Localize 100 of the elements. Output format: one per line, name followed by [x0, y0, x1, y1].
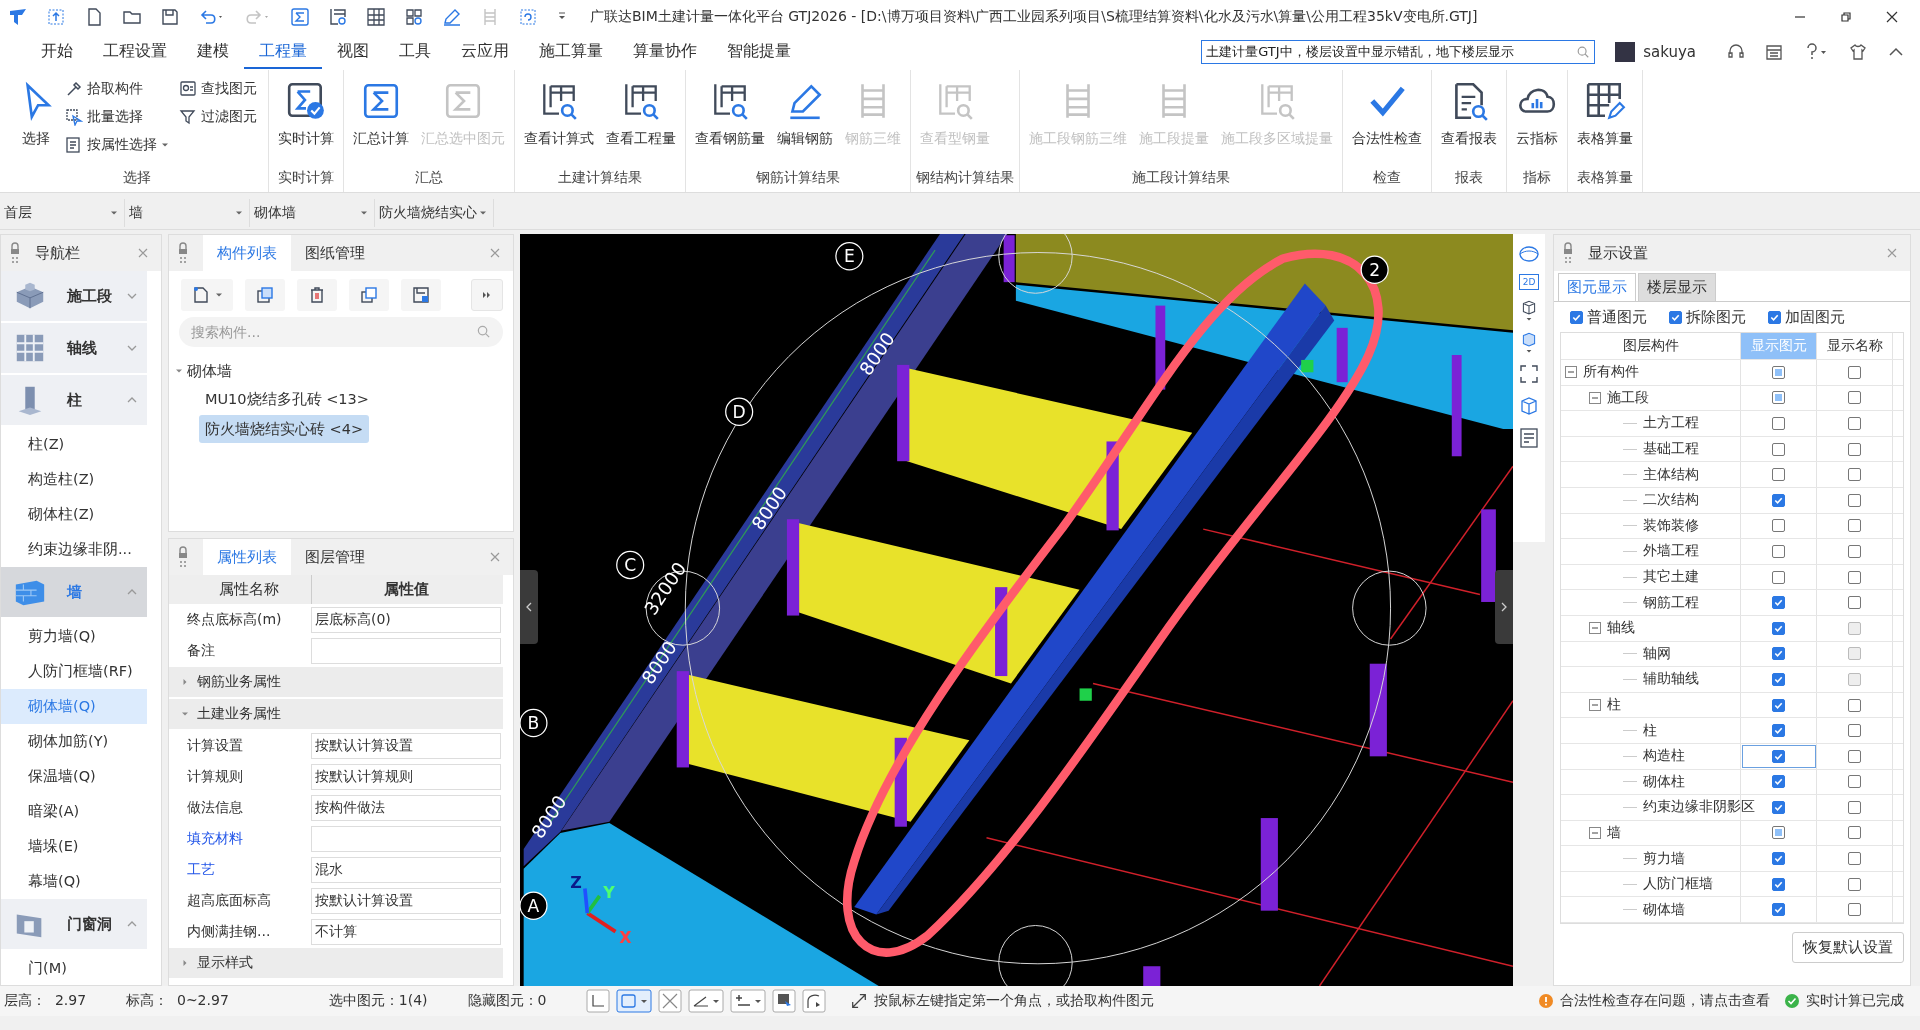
property-link[interactable]: 工艺: [169, 860, 311, 879]
copy-button[interactable]: [245, 279, 285, 311]
grip-point[interactable]: [1079, 688, 1092, 701]
checkbox[interactable]: [1772, 800, 1785, 814]
search-icon[interactable]: [1576, 45, 1591, 59]
corner-icon[interactable]: [586, 989, 611, 1013]
checkbox[interactable]: [1848, 749, 1861, 763]
panel-tab[interactable]: 图元显示: [1558, 273, 1636, 301]
checkbox[interactable]: [1848, 544, 1861, 558]
cross-icon[interactable]: [658, 989, 683, 1013]
property-value-field[interactable]: 按默认计算设置: [311, 732, 501, 759]
checkbox-label[interactable]: 加固图元: [1785, 307, 1845, 327]
nav-item[interactable]: 墙垛(E): [1, 829, 147, 864]
fullscreen-icon[interactable]: [1517, 362, 1541, 386]
column[interactable]: [1369, 663, 1387, 757]
checkbox[interactable]: [1848, 468, 1861, 482]
property-value-field[interactable]: [311, 825, 501, 852]
checkbox[interactable]: [1772, 672, 1785, 686]
checkbox[interactable]: [1772, 493, 1785, 507]
masonry-wall[interactable]: [676, 671, 970, 827]
checkbox[interactable]: [1772, 749, 1785, 763]
checkbox[interactable]: [1848, 724, 1861, 738]
collapse-toggle[interactable]: [1589, 622, 1601, 635]
collapse-toggle[interactable]: [1565, 366, 1577, 379]
sigma-icon[interactable]: [290, 7, 310, 27]
checkbox[interactable]: [1768, 310, 1781, 324]
pencil-icon[interactable]: [442, 7, 462, 27]
status-message-link[interactable]: 合法性检查存在问题，请点击查看: [1560, 992, 1770, 1010]
ribbon-button[interactable]: 过滤图元: [179, 104, 263, 130]
nav-item[interactable]: 砌体加筋(Y): [1, 724, 147, 759]
nav-item[interactable]: 人防门框墙(RF): [1, 654, 147, 689]
arc-icon[interactable]: [802, 989, 827, 1013]
dropdown[interactable]: 墙: [125, 199, 250, 227]
tree-item[interactable]: 防火墙烧结实心砖 <4>: [199, 415, 370, 443]
checkbox[interactable]: [1848, 903, 1861, 917]
ribbon-button[interactable]: 选择: [11, 76, 61, 166]
menu-tab[interactable]: 云应用: [446, 35, 524, 69]
checkbox[interactable]: [1848, 698, 1861, 712]
property-group-row[interactable]: 土建业务属性: [169, 699, 503, 729]
nav-item[interactable]: 约束边缘非阴...: [1, 532, 147, 567]
property-value-field[interactable]: 按默认计算设置: [311, 887, 501, 914]
checkbox[interactable]: [1772, 468, 1785, 482]
save-icon[interactable]: [160, 7, 180, 27]
ribbon-button[interactable]: 汇总计算: [349, 76, 413, 166]
lock-grip-icon[interactable]: [1562, 241, 1574, 265]
menu-tab[interactable]: 算量协作: [618, 35, 712, 69]
property-value-field[interactable]: 不计算: [311, 918, 501, 945]
column[interactable]: [1155, 305, 1166, 390]
grid-icon[interactable]: [366, 7, 386, 27]
checkbox[interactable]: [1848, 852, 1861, 866]
search-field[interactable]: 土建计量GTJ中，楼层设置中显示错乱，地下楼层显示: [1201, 40, 1596, 64]
checkbox[interactable]: [1772, 570, 1785, 584]
nav-group[interactable]: 门窗洞: [1, 899, 147, 949]
checkbox[interactable]: [1772, 596, 1785, 610]
expanded-triangle-icon[interactable]: [175, 367, 183, 375]
checkbox[interactable]: [1772, 519, 1785, 533]
nav-group[interactable]: 施工段: [1, 271, 147, 321]
checkbox[interactable]: [1772, 647, 1785, 661]
calendar-icon[interactable]: [1764, 42, 1784, 62]
panel-tab[interactable]: 图纸管理: [291, 235, 379, 271]
collapse-toggle[interactable]: [1589, 699, 1601, 711]
nav-item[interactable]: 幕墙(Q): [1, 864, 147, 899]
checkbox[interactable]: [1772, 544, 1785, 558]
checkbox[interactable]: [1772, 826, 1785, 840]
orbit-handle[interactable]: [1352, 570, 1427, 646]
checkbox[interactable]: [1848, 519, 1861, 533]
checkbox[interactable]: [1772, 417, 1785, 430]
checkbox-label[interactable]: 普通图元: [1587, 307, 1647, 327]
checkbox[interactable]: [1848, 596, 1861, 610]
menu-tab[interactable]: 建模: [182, 35, 244, 69]
menu-tab[interactable]: 智能提量: [712, 35, 806, 69]
checkbox[interactable]: [1772, 852, 1785, 866]
nav-item[interactable]: 保温墙(Q): [1, 759, 147, 794]
ribbon-button[interactable]: 拾取构件: [65, 76, 175, 102]
checkbox[interactable]: [1669, 310, 1682, 324]
property-group-row[interactable]: 显示样式: [169, 948, 503, 978]
ribbon-button[interactable]: 编辑钢筋: [773, 76, 837, 166]
nav-group[interactable]: 轴线: [1, 323, 147, 373]
ribbon-button[interactable]: 查看钢筋量: [691, 76, 769, 166]
ribbon-button[interactable]: 查看工程量: [602, 76, 680, 166]
reset-button[interactable]: 恢复默认设置: [1792, 932, 1904, 964]
nav-item[interactable]: 剪力墙(Q): [1, 619, 147, 654]
ribbon-button[interactable]: 云指标: [1512, 76, 1562, 166]
rectangle-select-icon[interactable]: [616, 989, 653, 1013]
user-name[interactable]: sakuya: [1643, 43, 1696, 61]
panel-tab[interactable]: 属性列表: [203, 539, 291, 575]
property-value-field[interactable]: 层底标高(0): [311, 606, 501, 633]
refresh-box-icon[interactable]: [518, 7, 538, 27]
save-template-button[interactable]: [401, 279, 441, 311]
property-value-field[interactable]: 混水: [311, 856, 501, 883]
checkbox[interactable]: [1772, 903, 1785, 917]
checkbox[interactable]: [1772, 365, 1785, 379]
new-component-button[interactable]: [181, 279, 233, 311]
checkbox[interactable]: [1848, 570, 1861, 584]
nav-item[interactable]: 暗梁(A): [1, 794, 147, 829]
column[interactable]: [1003, 235, 1015, 283]
checkbox[interactable]: [1848, 417, 1861, 430]
lock-grip-icon[interactable]: [177, 545, 189, 569]
shirt-icon[interactable]: [1848, 42, 1868, 62]
panel-tab[interactable]: 楼层显示: [1638, 273, 1716, 301]
